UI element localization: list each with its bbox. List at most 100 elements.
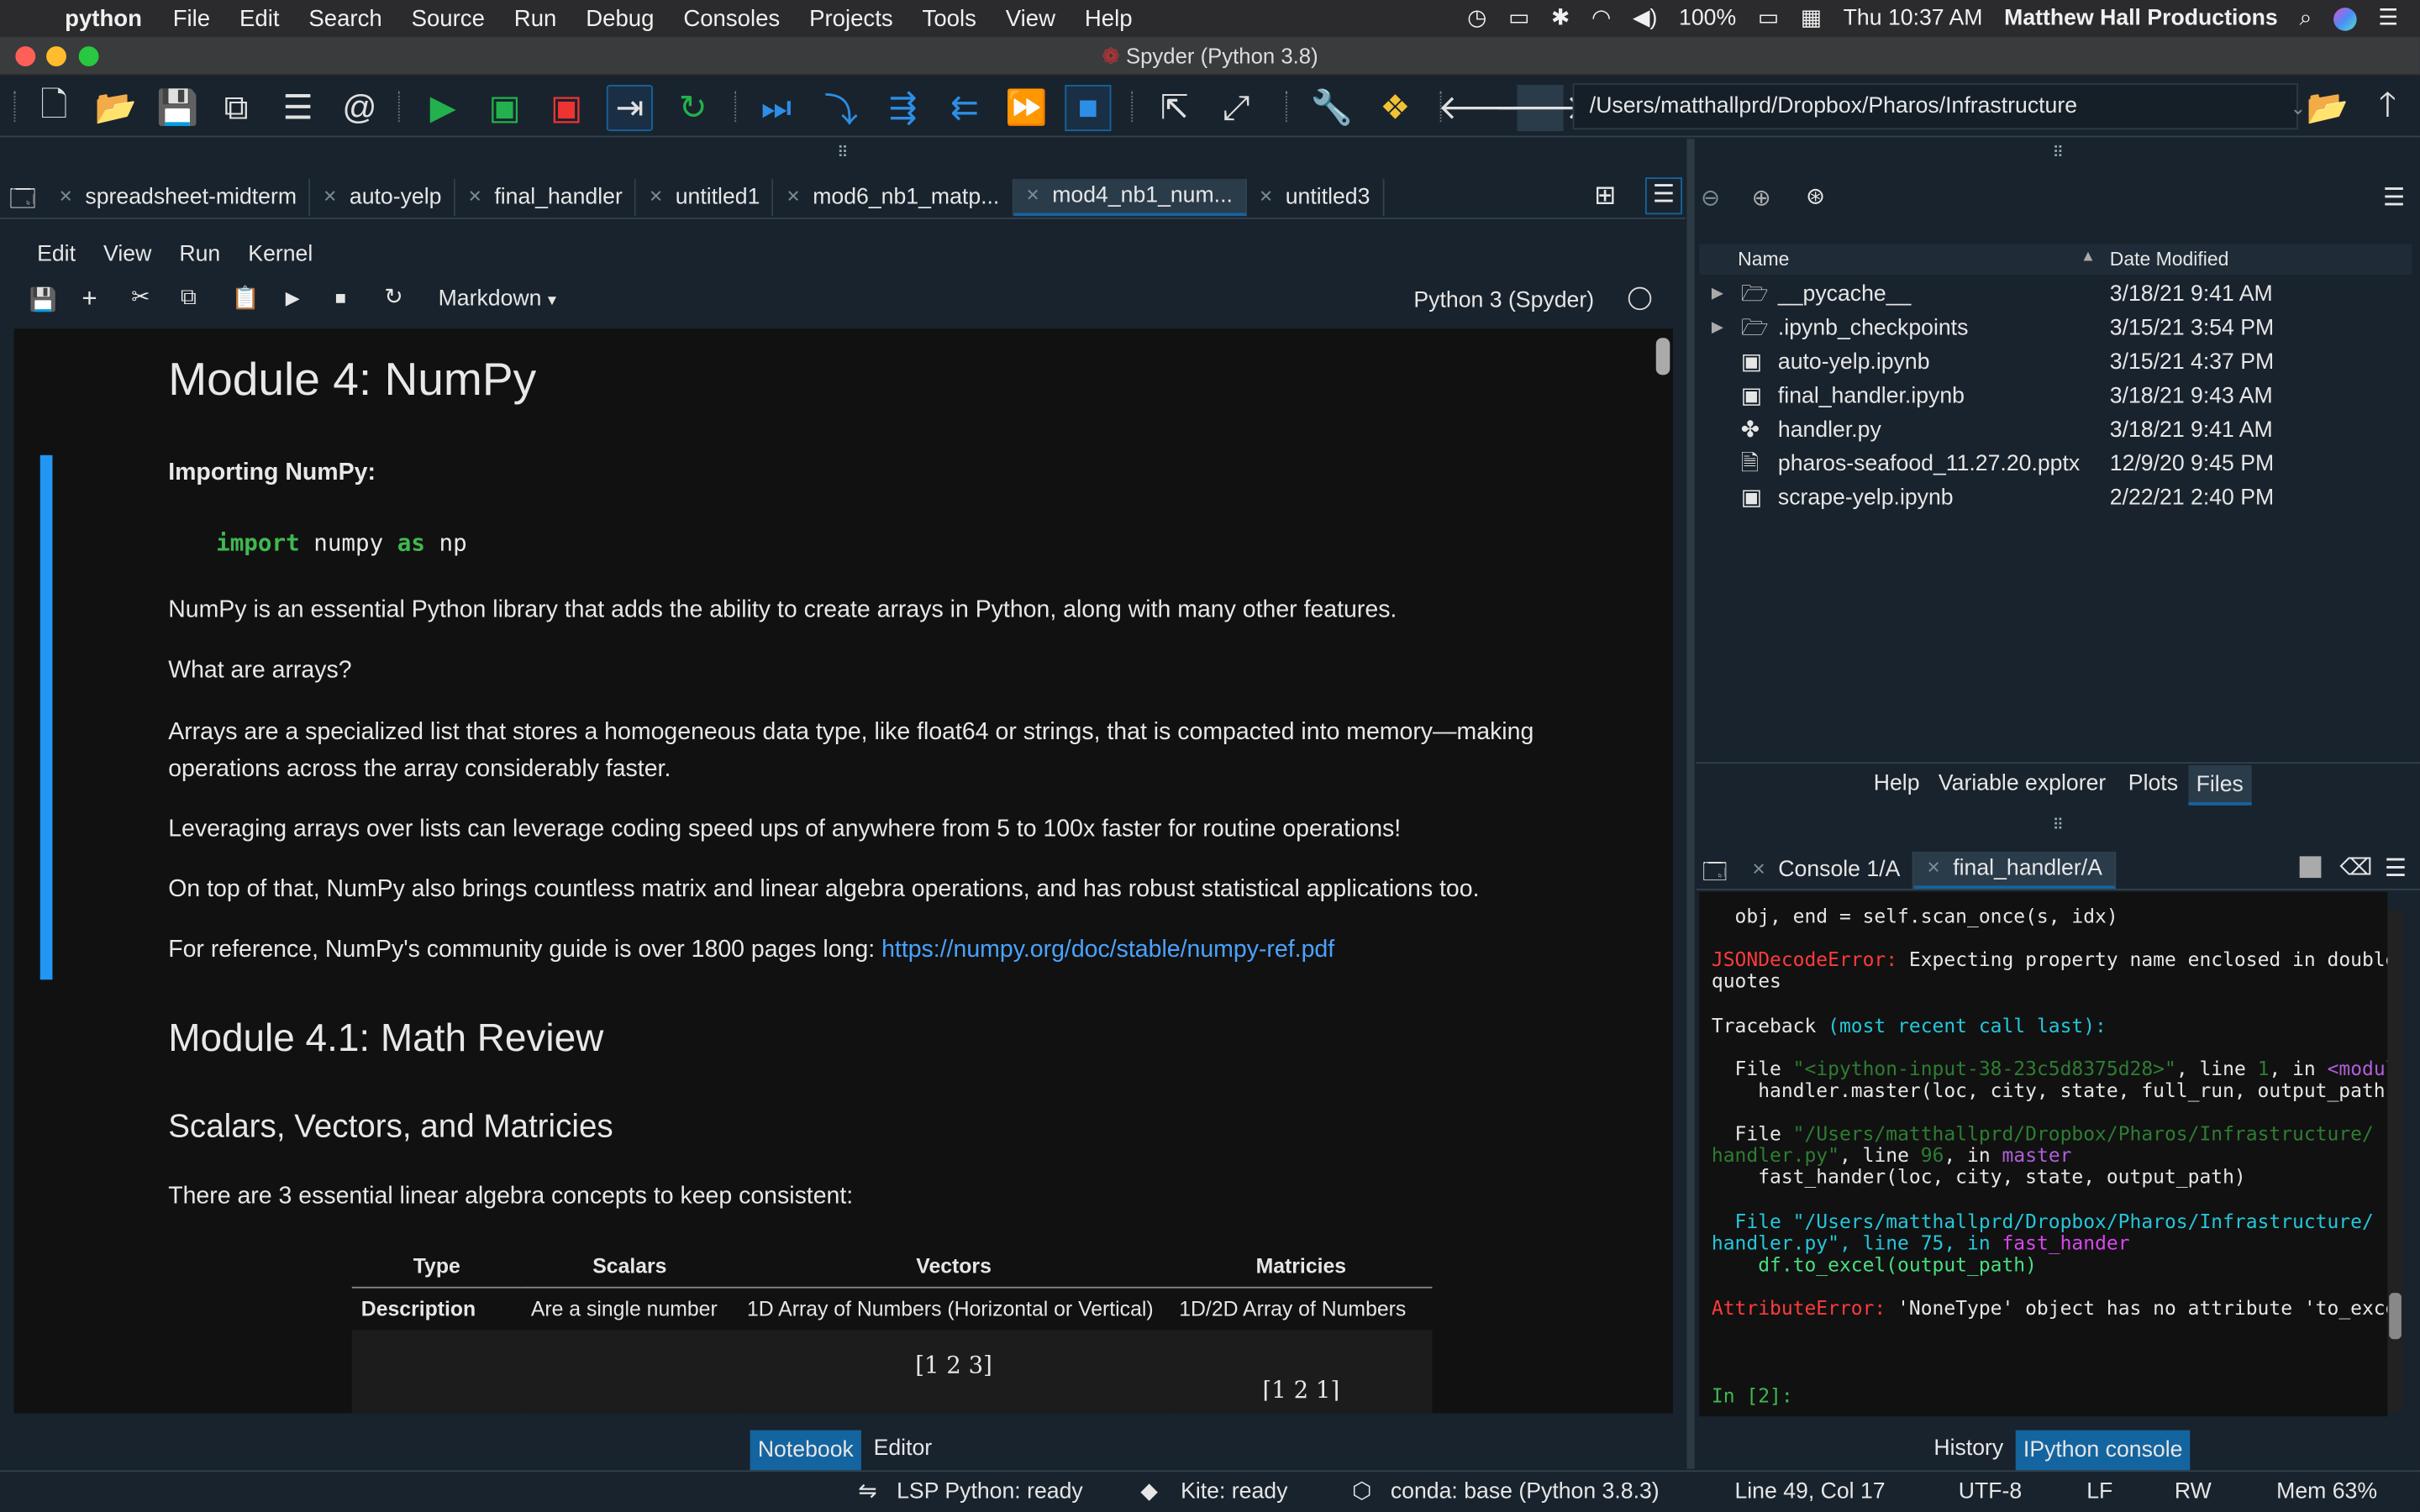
pane-drag-handle[interactable]: ⠿ <box>1697 818 2420 836</box>
console-scrollbar[interactable] <box>2387 910 2403 1412</box>
menu-run[interactable]: Run <box>514 5 557 31</box>
run-cell-advance-icon[interactable]: ▣ <box>544 85 590 131</box>
battery-icon[interactable]: ▭ <box>1758 6 1779 30</box>
zoom-window-button[interactable] <box>78 46 99 66</box>
debug-icon[interactable]: ⏭ <box>753 85 799 131</box>
nb-paste-icon[interactable]: 📋 <box>232 286 260 312</box>
tab-files[interactable]: Files <box>2188 765 2252 806</box>
sort-ascending-icon[interactable]: ▲ <box>2081 249 2096 265</box>
tab-variable-explorer[interactable]: Variable explorer <box>1931 764 2114 804</box>
nb-add-cell-icon[interactable]: + <box>82 284 97 315</box>
clock[interactable]: Thu 10:37 AM <box>1844 6 1983 30</box>
close-tab-icon[interactable]: ✕ <box>786 179 801 216</box>
pane-drag-handle[interactable]: ⠿ <box>1697 146 2420 163</box>
parent-directory-icon[interactable]: 🡑 <box>2365 85 2411 131</box>
menu-view[interactable]: View <box>1006 5 1055 31</box>
options-menu-icon[interactable]: ☰ <box>1644 177 1683 215</box>
new-notebook-plus-icon[interactable]: ⊞ <box>1594 181 1616 212</box>
maximize-pane-icon[interactable]: ⇱ <box>1151 85 1197 131</box>
close-window-button[interactable] <box>15 46 36 66</box>
time-machine-icon[interactable]: ◷ <box>1467 6 1486 30</box>
column-date-modified[interactable]: Date Modified <box>2110 249 2229 270</box>
spotlight-search-icon[interactable]: ⌕ <box>2299 6 2312 30</box>
notification-center-icon[interactable]: ☰ <box>2378 6 2398 30</box>
save-all-icon[interactable]: ⧉ <box>213 85 259 131</box>
close-tab-icon[interactable]: ✕ <box>649 179 663 216</box>
scrollbar-thumb[interactable] <box>2389 1293 2402 1340</box>
file-row[interactable]: ▶ 🗁 __pycache__ 3/18/21 9:41 AM <box>1699 278 2412 312</box>
nb-restart-icon[interactable]: ↻ <box>384 286 402 310</box>
file-row[interactable]: ▶ 🗁 .ipynb_checkpoints 3/15/21 3:54 PM <box>1699 312 2412 345</box>
forward-arrow-icon[interactable]: 🡒 <box>1495 85 1586 132</box>
new-file-icon[interactable]: 🗋 <box>31 85 77 131</box>
expand-arrow-icon[interactable]: ▶ <box>1712 278 1723 312</box>
browse-directory-icon[interactable]: 📂 <box>2304 85 2350 131</box>
run-selection-icon[interactable]: ⇥ <box>606 85 653 132</box>
minimize-window-button[interactable] <box>46 46 66 66</box>
file-row[interactable]: ▣ final_handler.ipynb 3/18/21 9:43 AM <box>1699 380 2412 413</box>
menu-projects[interactable]: Projects <box>809 5 893 31</box>
browse-tabs-icon[interactable]: 🗔 <box>9 182 36 224</box>
python-path-icon[interactable]: ❖ <box>1372 85 1418 131</box>
continue-icon[interactable]: ⏩ <box>1003 85 1050 131</box>
nb-save-icon[interactable]: 💾 <box>29 287 57 312</box>
menu-source[interactable]: Source <box>412 5 485 31</box>
close-tab-icon[interactable]: ✕ <box>59 179 73 216</box>
close-tab-icon[interactable]: ✕ <box>468 179 482 216</box>
numpy-ref-link[interactable]: https://numpy.org/doc/stable/numpy-ref.p… <box>881 937 1334 963</box>
volume-icon[interactable]: ◀) <box>1633 6 1657 30</box>
menu-consoles[interactable]: Consoles <box>683 5 780 31</box>
menu-tools[interactable]: Tools <box>923 5 976 31</box>
tab-untitled3[interactable]: ✕ untitled3 <box>1246 179 1384 217</box>
close-tab-icon[interactable]: ✕ <box>323 179 337 216</box>
nb-menu-kernel[interactable]: Kernel <box>248 242 313 266</box>
wifi-icon[interactable]: ◠ <box>1591 6 1611 30</box>
nb-menu-view[interactable]: View <box>103 242 151 266</box>
nb-run-icon[interactable]: ▶ <box>286 287 300 309</box>
tab-final-handler[interactable]: ✕ final_handler <box>455 179 637 217</box>
working-directory-input[interactable]: /Users/matthallprd/Dropbox/Pharos/Infras… <box>1572 83 2298 130</box>
tab-editor[interactable]: Editor <box>865 1429 939 1469</box>
tab-notebook[interactable]: Notebook <box>750 1430 862 1471</box>
bluetooth-icon[interactable]: ✱ <box>1551 6 1570 30</box>
tab-history[interactable]: History <box>1926 1429 2011 1469</box>
nb-menu-run[interactable]: Run <box>179 242 220 266</box>
close-tab-icon[interactable]: ✕ <box>1259 179 1273 216</box>
at-symbol-icon[interactable]: @ <box>336 85 382 131</box>
fullscreen-icon[interactable]: ⤢ <box>1213 85 1260 131</box>
step-return-icon[interactable]: ⇇ <box>941 85 987 131</box>
file-row[interactable]: ▣ scrape-yelp.ipynb 2/22/21 2:40 PM <box>1699 481 2412 515</box>
run-cell-icon[interactable]: ▣ <box>481 85 528 131</box>
menu-app-name[interactable]: python <box>65 5 142 31</box>
tab-plots[interactable]: Plots <box>2121 764 2186 804</box>
rerun-icon[interactable]: ↻ <box>670 85 716 131</box>
user-name[interactable]: Matthew Hall Productions <box>2004 6 2278 30</box>
input-source-icon[interactable]: ▦ <box>1801 6 1822 30</box>
close-tab-icon[interactable]: ✕ <box>1026 177 1040 214</box>
tab-final-handler-console[interactable]: ✕ final_handler/A <box>1913 851 2117 889</box>
pane-splitter[interactable] <box>1686 139 1695 1469</box>
nb-menu-edit[interactable]: Edit <box>37 242 76 266</box>
step-icon[interactable]: ⤵ <box>818 85 864 131</box>
tab-mod4-nb1[interactable]: ✕ mod4_nb1_num... <box>1013 177 1247 217</box>
lsp-status[interactable]: LSP Python: ready <box>897 1479 1083 1504</box>
ipython-console-output[interactable]: obj, end = self.scan_once(s, idx) JSONDec… <box>1699 891 2388 1417</box>
tab-mod6-nb1[interactable]: ✕ mod6_nb1_matp... <box>773 179 1013 217</box>
nb-copy-icon[interactable]: ⧉ <box>181 286 197 310</box>
menu-debug[interactable]: Debug <box>586 5 654 31</box>
notebook-content[interactable]: Module 4: NumPy Importing NumPy: import … <box>13 328 1673 1414</box>
save-icon[interactable]: 💾 <box>155 85 201 131</box>
menu-file[interactable]: File <box>173 5 210 31</box>
stop-kernel-icon[interactable] <box>2299 856 2322 879</box>
airplay-icon[interactable]: ▭ <box>1508 6 1529 30</box>
files-back-icon[interactable]: ⊖ <box>1701 184 1720 211</box>
file-row[interactable]: ▣ auto-yelp.ipynb 3/15/21 4:37 PM <box>1699 345 2412 379</box>
menu-edit[interactable]: Edit <box>239 5 279 31</box>
close-tab-icon[interactable]: ✕ <box>1752 852 1766 889</box>
tab-untitled1[interactable]: ✕ untitled1 <box>636 179 774 217</box>
console-prompt[interactable]: In [2]: <box>1712 1384 1793 1407</box>
tab-spreadsheet-midterm[interactable]: ✕ spreadsheet-midterm <box>46 179 311 217</box>
files-parent-icon[interactable]: ⊛ <box>1806 182 1825 210</box>
preferences-wrench-icon[interactable]: 🔧 <box>1309 85 1355 131</box>
menu-search[interactable]: Search <box>308 5 381 31</box>
